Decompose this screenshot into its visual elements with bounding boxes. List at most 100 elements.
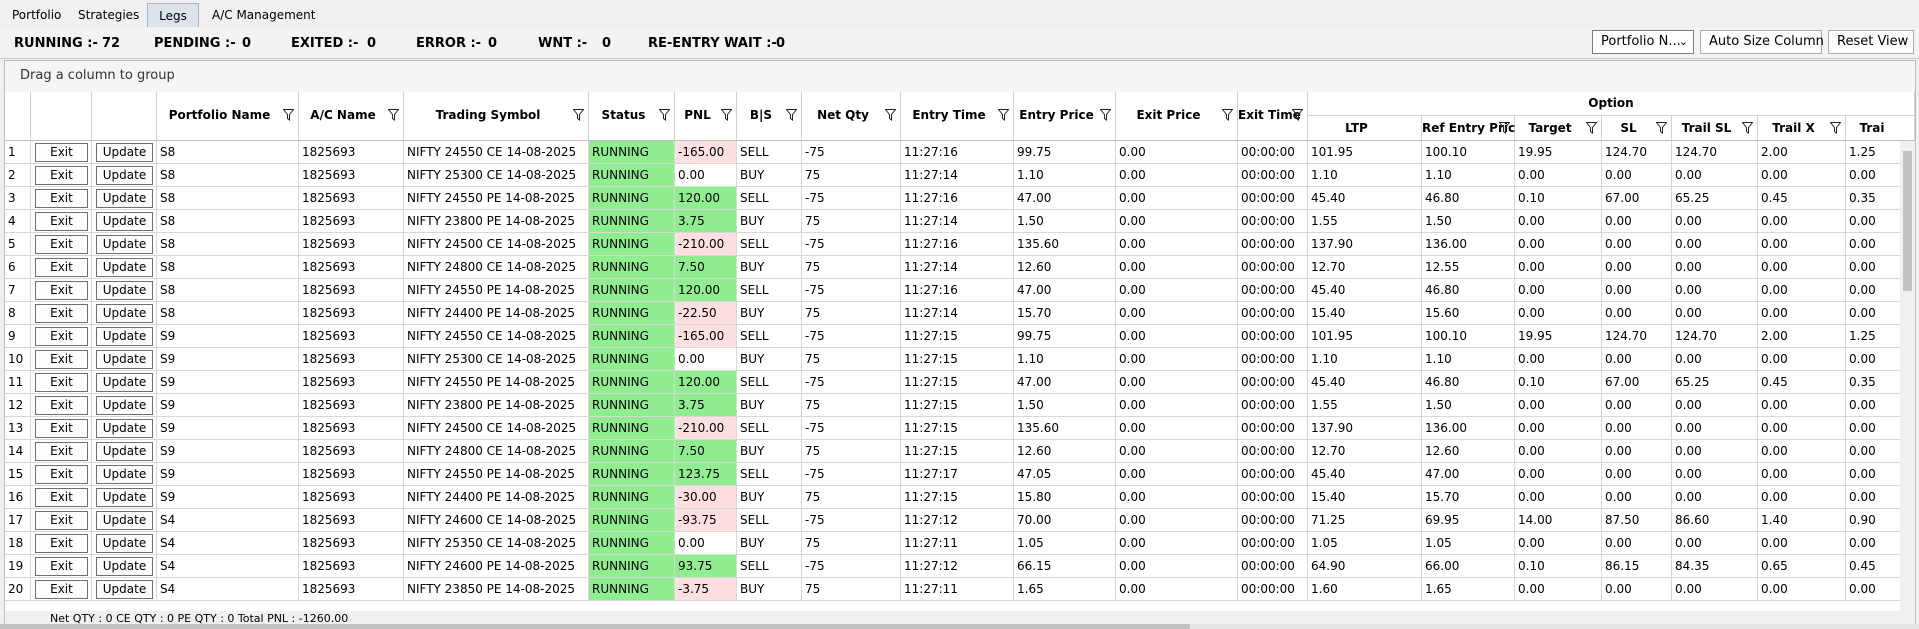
update-leg-button[interactable]: Update [96,465,153,484]
column-header-ltp[interactable]: LTP [1308,116,1422,141]
update-leg-button[interactable]: Update [96,442,153,461]
filter-icon[interactable] [1292,109,1303,121]
cell-status: RUNNING [589,463,675,486]
update-leg-button[interactable]: Update [96,511,153,530]
filter-icon[interactable] [786,109,797,121]
column-header-exit-price[interactable]: Exit Price [1116,92,1238,141]
filter-icon[interactable] [388,109,399,121]
exit-leg-button[interactable]: Exit [35,419,88,438]
tab-strategies[interactable]: Strategies [72,3,145,27]
update-leg-button[interactable]: Update [96,373,153,392]
update-leg-button[interactable]: Update [96,166,153,185]
cell-ac-name: 1825693 [299,141,404,164]
cell-target: 0.10 [1515,555,1602,578]
column-header-net-qty[interactable]: Net Qty [802,92,901,141]
filter-icon[interactable] [1100,109,1111,121]
status-error-label: ERROR :- [416,36,482,51]
cell-portfolio-name: S4 [157,509,299,532]
update-leg-button[interactable]: Update [96,419,153,438]
filter-icon[interactable] [721,109,732,121]
column-header-entry-price[interactable]: Entry Price [1014,92,1116,141]
tab-ac-management[interactable]: A/C Management [206,3,322,27]
update-leg-button[interactable]: Update [96,281,153,300]
column-header-exit-time[interactable]: Exit Time [1238,92,1308,141]
update-leg-button[interactable]: Update [96,189,153,208]
cell-trail-sl: 0.00 [1672,578,1758,601]
column-header-buy-sell[interactable]: B|S [737,92,802,141]
exit-leg-button[interactable]: Exit [35,189,88,208]
column-header-ref-entry-price[interactable]: Ref Entry Price [1422,116,1523,141]
update-leg-button[interactable]: Update [96,557,153,576]
exit-leg-button[interactable]: Exit [35,258,88,277]
exit-leg-button[interactable]: Exit [35,534,88,553]
reset-view-button[interactable]: Reset View [1828,30,1914,54]
exit-leg-button[interactable]: Exit [35,442,88,461]
update-leg-button[interactable]: Update [96,143,153,162]
exit-leg-button[interactable]: Exit [35,350,88,369]
horizontal-scrollbar[interactable] [0,624,1919,629]
column-header-portfolio-name[interactable]: Portfolio Name [157,92,299,141]
exit-leg-button[interactable]: Exit [35,212,88,231]
column-header-trail[interactable]: Trai [1846,116,1915,141]
column-header-pnl[interactable]: PNL [675,92,737,141]
cell-portfolio-name: S9 [157,463,299,486]
exit-leg-button[interactable]: Exit [35,304,88,323]
update-leg-button[interactable]: Update [96,258,153,277]
column-header-status[interactable]: Status [589,92,675,141]
update-leg-button[interactable]: Update [96,350,153,369]
exit-leg-button[interactable]: Exit [35,396,88,415]
column-header-trail-x[interactable]: Trail X [1758,116,1846,141]
filter-icon[interactable] [283,109,294,121]
exit-leg-button[interactable]: Exit [35,580,88,599]
filter-icon[interactable] [659,109,670,121]
column-header-sl[interactable]: SL [1602,116,1672,141]
filter-icon[interactable] [1656,122,1667,134]
exit-leg-button[interactable]: Exit [35,557,88,576]
update-leg-button[interactable]: Update [96,396,153,415]
cell-pnl: 3.75 [675,394,737,417]
auto-size-column-button[interactable]: Auto Size Column [1700,30,1824,54]
update-leg-button[interactable]: Update [96,304,153,323]
tab-portfolio[interactable]: Portfolio [6,3,67,27]
exit-leg-button[interactable]: Exit [35,166,88,185]
filter-icon[interactable] [1830,122,1841,134]
filter-icon[interactable] [573,109,584,121]
column-header-trail-sl[interactable]: Trail SL [1672,116,1758,141]
exit-leg-button[interactable]: Exit [35,281,88,300]
filter-icon[interactable] [998,109,1009,121]
update-leg-button[interactable]: Update [96,580,153,599]
column-header-entry-time[interactable]: Entry Time [901,92,1014,141]
cell-buy-sell: SELL [737,555,802,578]
filter-icon[interactable] [1586,122,1597,134]
cell-exit-time: 00:00:00 [1238,371,1308,394]
update-leg-button[interactable]: Update [96,327,153,346]
exit-leg-button[interactable]: Exit [35,465,88,484]
exit-leg-button[interactable]: Exit [35,235,88,254]
filter-icon[interactable] [1742,122,1753,134]
exit-leg-button[interactable]: Exit [35,143,88,162]
column-header-trading-symbol[interactable]: Trading Symbol [404,92,589,141]
update-leg-button[interactable]: Update [96,212,153,231]
exit-leg-button[interactable]: Exit [35,373,88,392]
column-header-target[interactable]: Target [1515,116,1602,141]
horizontal-scrollbar-thumb[interactable] [0,624,1190,629]
cell-exit: Exit [31,509,92,532]
vertical-scrollbar[interactable] [1900,141,1915,611]
cell-exit-time: 00:00:00 [1238,463,1308,486]
exit-leg-button[interactable]: Exit [35,511,88,530]
update-leg-button[interactable]: Update [96,235,153,254]
cell-trail-x: 0.00 [1758,279,1846,302]
filter-icon[interactable] [885,109,896,121]
exit-leg-button[interactable]: Exit [35,488,88,507]
portfolio-select[interactable]: Portfolio N... ⌄ [1592,30,1694,54]
update-leg-button[interactable]: Update [96,488,153,507]
tab-legs[interactable]: Legs [147,3,199,27]
filter-icon[interactable] [1222,109,1233,121]
cell-trail-sl: 0.00 [1672,164,1758,187]
vertical-scrollbar-thumb[interactable] [1903,151,1912,291]
column-header-ac-name[interactable]: A/C Name [299,92,404,141]
exit-leg-button[interactable]: Exit [35,327,88,346]
update-leg-button[interactable]: Update [96,534,153,553]
filter-icon[interactable] [1499,122,1510,134]
group-panel[interactable]: Drag a column to group [5,61,1915,93]
